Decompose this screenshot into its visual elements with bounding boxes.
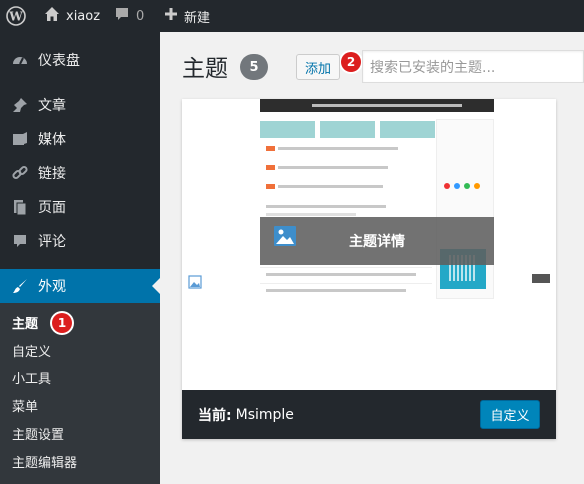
page-title: 主题: [182, 56, 228, 82]
preview-line: [266, 273, 416, 276]
preview-line: [266, 213, 356, 216]
image-placeholder-icon: [188, 274, 202, 289]
menu-item-label: 媒体: [38, 132, 66, 148]
site-name: xiaoz: [66, 8, 101, 24]
submenu-item-customize[interactable]: 自定义: [12, 343, 51, 363]
home-icon: [44, 6, 60, 26]
brush-icon: [10, 276, 30, 296]
theme-details-overlay[interactable]: 主题详情: [260, 217, 494, 265]
admin-bar: W xiaoz 0 新建: [0, 0, 584, 32]
submenu-item-theme-editor[interactable]: 主题编辑器: [12, 454, 77, 474]
menu-item-posts[interactable]: 文章: [0, 88, 160, 122]
add-theme-button[interactable]: 添加: [296, 54, 340, 80]
media-icon: [10, 129, 30, 149]
preview-line: [278, 185, 383, 188]
theme-count-badge: 5: [240, 54, 268, 80]
wordpress-logo-icon[interactable]: W: [6, 0, 28, 32]
site-name-link[interactable]: xiaoz: [44, 0, 100, 32]
preview-line: [278, 147, 398, 150]
current-theme-prefix: 当前:: [198, 407, 232, 424]
preview-social-dot: [474, 183, 480, 189]
menu-item-dashboard[interactable]: 仪表盘: [0, 43, 160, 77]
dashboard-icon: [10, 50, 30, 70]
menu-item-appearance[interactable]: 外观: [0, 269, 160, 303]
menu-item-label: 仪表盘: [38, 53, 80, 69]
menu-item-label: 评论: [38, 234, 66, 250]
menu-item-comments[interactable]: 评论: [0, 224, 160, 258]
preview-box: [260, 121, 315, 138]
svg-text:W: W: [8, 10, 23, 24]
preview-line: [266, 289, 406, 292]
preview-tag: [266, 146, 275, 151]
plus-icon: [164, 7, 178, 25]
comment-count: 0: [136, 8, 145, 24]
comments-link[interactable]: 0: [114, 0, 144, 32]
menu-item-label: 页面: [38, 200, 66, 216]
new-label: 新建: [184, 10, 211, 26]
new-content-link[interactable]: 新建: [164, 0, 210, 32]
appearance-submenu: 主题 自定义 小工具 菜单 主题设置 主题编辑器: [0, 303, 160, 484]
preview-badge: [532, 274, 550, 283]
preview-social-dot: [454, 183, 460, 189]
submenu-item-theme-settings[interactable]: 主题设置: [12, 426, 64, 446]
menu-item-label: 文章: [38, 98, 66, 114]
preview-line: [278, 166, 388, 169]
preview-box: [320, 121, 375, 138]
preview-line: [266, 205, 386, 208]
theme-details-label: 主题详情: [349, 234, 405, 250]
preview-nav: [312, 104, 462, 107]
preview-tag: [266, 165, 275, 170]
pushpin-icon: [10, 95, 30, 115]
preview-tag: [266, 184, 275, 189]
submenu-item-themes[interactable]: 主题: [12, 315, 38, 335]
theme-search-input[interactable]: 搜索已安装的主题...: [362, 50, 584, 83]
preview-social-dot: [444, 183, 450, 189]
menu-item-links[interactable]: 链接: [0, 156, 160, 190]
preview-social-dot: [464, 183, 470, 189]
comment-icon: [10, 231, 30, 251]
submenu-item-menus[interactable]: 菜单: [12, 398, 38, 418]
menu-item-media[interactable]: 媒体: [0, 122, 160, 156]
admin-sidebar: 仪表盘 文章 媒体 链接 页面 评论 外观 主题 自定义 小工具 菜单 主题设置…: [0, 32, 160, 484]
menu-item-pages[interactable]: 页面: [0, 190, 160, 224]
menu-item-label: 外观: [38, 279, 66, 295]
submenu-item-widgets[interactable]: 小工具: [12, 370, 51, 390]
page-icon: [10, 197, 30, 217]
preview-box: [380, 121, 435, 138]
current-theme-name: Msimple: [235, 406, 294, 423]
annotation-marker-1: 1: [52, 313, 72, 333]
theme-card[interactable]: 主题详情 当前: Msimple 自定义: [182, 99, 556, 439]
menu-item-label: 链接: [38, 166, 66, 182]
link-icon: [10, 163, 30, 183]
theme-footer: 当前: Msimple 自定义: [182, 390, 556, 439]
comment-bubble-icon: [114, 6, 130, 26]
customize-button[interactable]: 自定义: [480, 400, 540, 429]
annotation-marker-2: 2: [341, 52, 361, 72]
theme-screenshot[interactable]: 主题详情: [182, 99, 556, 390]
